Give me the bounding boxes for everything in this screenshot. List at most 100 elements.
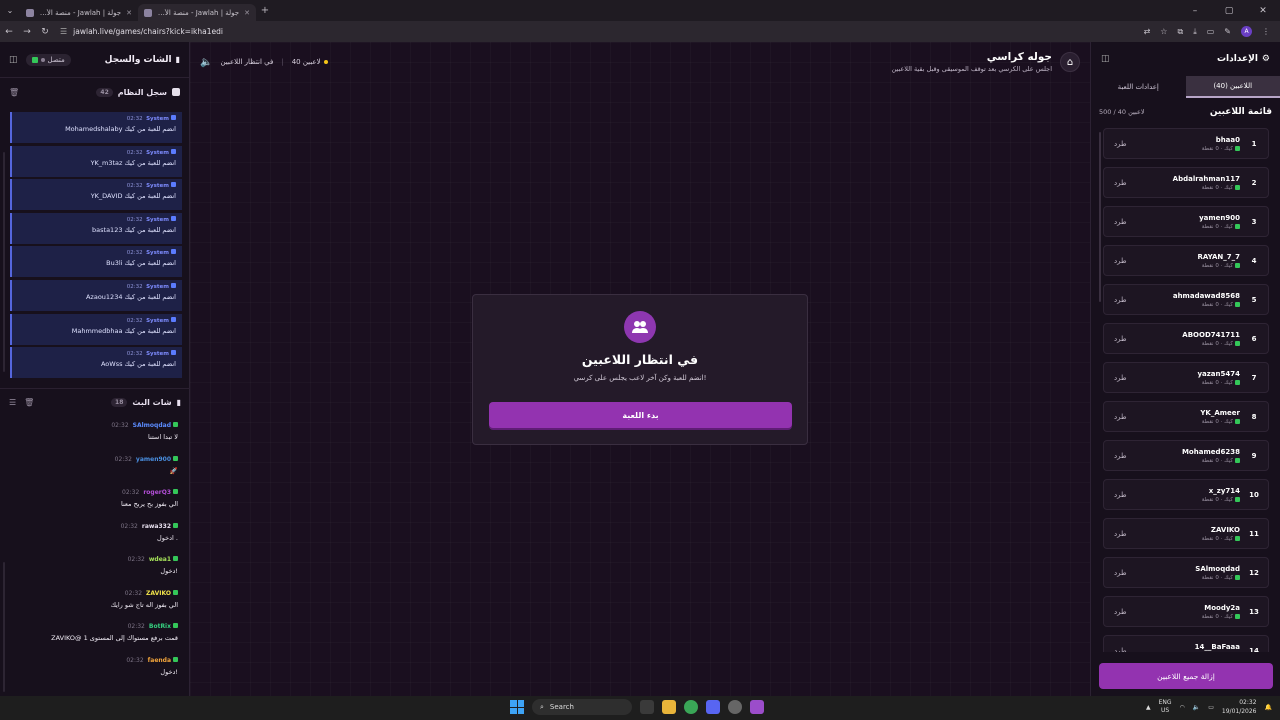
file-explorer-icon[interactable] [662, 700, 676, 714]
kick-player-button[interactable]: طرد [1114, 374, 1127, 382]
close-tab-icon[interactable]: ✕ [244, 9, 250, 17]
chat-username[interactable]: BotRix [149, 623, 171, 630]
browser-toolbar: ← → ↻ ☰ jawlah.live/games/chairs?kick=ik… [0, 21, 1280, 42]
tab-game-settings[interactable]: إعدادات اللعبة [1091, 76, 1186, 98]
tab-players[interactable]: اللاعبين (40) [1185, 76, 1280, 98]
kick-player-button[interactable]: طرد [1114, 647, 1127, 653]
profile-avatar[interactable]: A [1241, 26, 1252, 37]
notifications-icon[interactable]: 🔔 [1265, 704, 1272, 711]
collapse-panel-icon[interactable]: ◫ [9, 55, 18, 65]
system-log-item: 02:32 System YK_DAVID انضم للعبة من كيك [10, 179, 182, 211]
extension-puzzle-icon[interactable]: ✎ [1224, 27, 1231, 36]
kick-player-button[interactable]: طرد [1114, 491, 1127, 499]
log-time: 02:32 [126, 317, 143, 324]
kick-player-button[interactable]: طرد [1114, 179, 1127, 187]
tab-search-icon[interactable]: ⌄ [0, 6, 20, 15]
log-meta: 02:32 System [18, 282, 176, 290]
kick-player-button[interactable]: طرد [1114, 452, 1127, 460]
kick-player-button[interactable]: طرد [1114, 140, 1127, 148]
kick-player-button[interactable]: طرد [1114, 608, 1127, 616]
clock[interactable]: 02:32 19/01/2026 [1222, 698, 1257, 716]
player-number: 8 [1251, 412, 1257, 421]
volume-icon[interactable]: 🔈 [1193, 704, 1200, 711]
extensions-icon[interactable]: ⧉ [1177, 27, 1183, 37]
download-icon[interactable]: ⤓ [1193, 27, 1197, 37]
speaker-icon[interactable]: 🔈 [200, 57, 212, 68]
site-info-icon[interactable]: ☰ [60, 27, 67, 36]
address-bar[interactable]: ☰ jawlah.live/games/chairs?kick=ikha1edi [60, 24, 1144, 39]
chat-text: لا تبدا استنا [148, 433, 178, 441]
minimize-icon[interactable]: – [1178, 6, 1212, 16]
chat-username[interactable]: yamen900 [136, 456, 171, 463]
sidebar-icon[interactable]: ▭ [1207, 27, 1215, 36]
home-button[interactable]: ⌂ [1060, 52, 1080, 72]
chat-username[interactable]: faenda [148, 657, 171, 664]
player-name-block: Moody2a كيك · 0 نقطة [1202, 604, 1240, 620]
reload-icon[interactable]: ↻ [36, 27, 54, 37]
kick-player-button[interactable]: طرد [1114, 335, 1127, 343]
player-name: ahmadawad8568 [1172, 291, 1240, 300]
chat-time: 02:32 [126, 656, 144, 664]
windows-start-icon[interactable] [510, 700, 524, 714]
forward-icon[interactable]: → [18, 27, 36, 37]
player-meta-text: كيك · 0 نقطة [1201, 535, 1233, 542]
chrome-icon[interactable] [684, 700, 698, 714]
chevron-up-icon[interactable]: ▲ [1146, 704, 1151, 711]
kick-player-button[interactable]: طرد [1114, 530, 1127, 538]
browser-tab-1[interactable]: جولة | Jawlah - منصة الألعاب الت... ✕ [20, 4, 138, 21]
chat-username[interactable]: rogerQ3 [143, 489, 171, 496]
system-log-scrollbar[interactable] [3, 152, 5, 372]
search-label: Search [549, 703, 574, 711]
start-game-button[interactable]: بدء اللعبة [489, 402, 792, 428]
players-count-text: 40 لاعبين [291, 58, 321, 66]
discord-icon[interactable] [706, 700, 720, 714]
language-indicator[interactable]: ENG US [1159, 699, 1172, 715]
kick-badge-icon [1235, 184, 1240, 190]
close-tab-icon[interactable]: ✕ [126, 9, 132, 17]
chat-username[interactable]: wdea1 [149, 556, 171, 563]
browser-tab-2[interactable]: جولة | Jawlah - منصة الألعاب الت... ✕ [138, 4, 256, 21]
player-row: طرد Abdalrahman117 كيك · 0 نقطة 2 [1103, 167, 1269, 198]
player-list-scrollbar[interactable] [1099, 132, 1101, 302]
chat-username[interactable]: ZAVIKO [146, 590, 171, 597]
browser-menu-icon[interactable]: ⋮ [1262, 27, 1270, 36]
chat-username[interactable]: SAlmoqdad [133, 422, 171, 429]
chat-username[interactable]: rawa332 [142, 523, 171, 530]
github-icon[interactable] [728, 700, 742, 714]
taskbar-search[interactable]: ⌕ Search [532, 699, 632, 715]
player-name: 14__BaFaaa [1194, 642, 1240, 651]
filter-icon[interactable]: ☰ [9, 398, 16, 407]
collapse-panel-icon[interactable]: ◫ [1101, 54, 1110, 64]
kick-player-button[interactable]: طرد [1114, 296, 1127, 304]
player-row: طرد yazan5474 كيك · 0 نقطة 7 [1103, 362, 1269, 393]
player-info: ahmadawad8568 كيك · 0 نقطة 5 [1173, 292, 1260, 308]
battery-icon[interactable]: ▭ [1208, 704, 1214, 711]
kick-player-button[interactable]: طرد [1114, 413, 1127, 421]
kick-player-button[interactable]: طرد [1114, 569, 1127, 577]
app-icon[interactable] [750, 700, 764, 714]
player-meta-text: كيك · 0 نقطة [1201, 223, 1233, 230]
settings-tabs: إعدادات اللعبة اللاعبين (40) [1091, 76, 1280, 98]
player-number: 6 [1251, 334, 1257, 343]
close-window-icon[interactable]: ✕ [1246, 6, 1280, 16]
player-row: طرد Mohamed6238 كيك · 0 نقطة 9 [1103, 440, 1269, 471]
player-meta-text: كيك · 0 نقطة [1201, 301, 1233, 308]
settings-panel: ◫ الإعدادات ⚙ إعدادات اللعبة اللاعبين (4… [1090, 42, 1280, 696]
player-meta-text: كيك · 0 نقطة [1201, 262, 1233, 269]
task-view-icon[interactable] [640, 700, 654, 714]
clear-chat-icon[interactable]: 🗑 [24, 398, 34, 407]
log-time: 02:32 [126, 351, 143, 358]
remove-all-players-button[interactable]: إزالة جميع اللاعبين [1099, 663, 1273, 689]
kick-badge-icon [1235, 223, 1240, 229]
back-icon[interactable]: ← [0, 27, 18, 37]
translate-icon[interactable]: ⇄ [1144, 27, 1151, 36]
bookmark-star-icon[interactable]: ☆ [1160, 27, 1167, 36]
player-row: طرد bhaa0 كيك · 0 نقطة 1 [1103, 128, 1269, 159]
clear-log-icon[interactable]: 🗑 [9, 88, 19, 97]
kick-player-button[interactable]: طرد [1114, 257, 1127, 265]
kick-player-button[interactable]: طرد [1114, 218, 1127, 226]
player-info: YK_Ameer كيك · 0 نقطة 8 [1200, 409, 1260, 425]
wifi-icon[interactable]: ◠ [1180, 704, 1185, 711]
maximize-icon[interactable]: ▢ [1212, 6, 1246, 16]
new-tab-button[interactable]: + [256, 5, 274, 16]
